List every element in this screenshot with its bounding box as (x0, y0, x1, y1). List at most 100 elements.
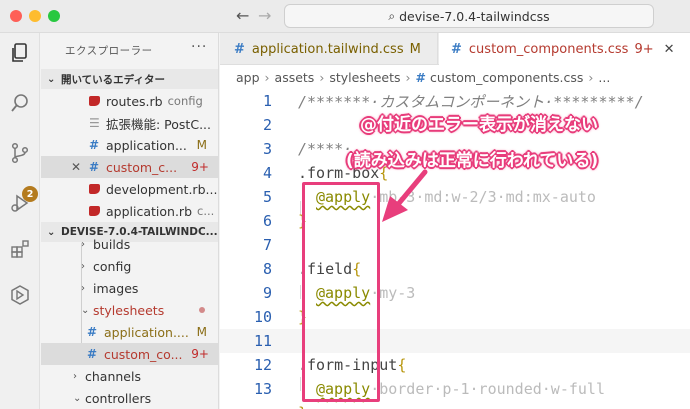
open-editor-item[interactable]: application.rb c... (41, 200, 218, 222)
search-icon[interactable] (8, 91, 32, 115)
tab-label: custom_components.css (468, 41, 629, 57)
tree-folder[interactable]: ⌄ controllers (41, 387, 218, 409)
tab-label: application.tailwind.css (251, 41, 404, 57)
line-number: 12 (253, 356, 272, 374)
open-editor-item[interactable]: development.rb... (41, 178, 218, 200)
breadcrumb-item[interactable]: stylesheets (329, 70, 400, 85)
code-text: ·border·p-1·rounded·w-full (370, 380, 605, 398)
close-tab-icon[interactable]: ✕ (664, 42, 675, 57)
search-icon: ⌕ (388, 8, 396, 23)
code-line: 8 .field{ (220, 257, 690, 281)
annotation-text: @付近のエラー表示が消えない (360, 115, 598, 135)
open-editors-header[interactable]: ⌄ 開いているエディター (41, 69, 218, 89)
command-center-search[interactable]: ⌕ devise-7.0.4-tailwindcss (284, 4, 654, 28)
code-line: 9 @apply·my-3 (220, 281, 690, 305)
activity-bar: 2 (0, 33, 40, 409)
breadcrumb-item[interactable]: app (236, 70, 260, 85)
file-name: custom_co... (104, 346, 183, 362)
css-file-icon: # (451, 41, 462, 57)
code-line: } (220, 401, 690, 409)
folder-name: channels (85, 368, 141, 384)
tab-custom-components[interactable]: # custom_components.css 9+ ✕ (439, 33, 690, 65)
file-name: development.rb... (106, 181, 218, 197)
open-editor-item[interactable]: routes.rb config (41, 90, 218, 112)
tree-folder[interactable]: › builds (41, 235, 218, 253)
breadcrumb-separator: › (588, 69, 594, 85)
folder-name: controllers (85, 390, 152, 406)
document-icon: ☰ (89, 116, 100, 130)
tree-file-active[interactable]: # custom_co... 9+ (41, 343, 218, 365)
ruby-file-icon (89, 206, 100, 216)
zoom-window-button[interactable] (48, 10, 60, 22)
line-number: 1 (262, 92, 272, 110)
tab-application-tailwind[interactable]: # application.tailwind.css M (220, 33, 438, 65)
annotation-highlight-box (302, 182, 380, 402)
code-line: 5 @apply·mb-3·md:w-2/3·md:mx-auto (220, 185, 690, 209)
code-editor[interactable]: 1 /*******·カスタムコンポーネント·*********/ 2 3 /*… (220, 89, 690, 409)
source-control-icon[interactable] (8, 141, 32, 165)
title-bar: ← → ⌕ devise-7.0.4-tailwindcss (0, 0, 690, 33)
file-detail: c... (197, 204, 215, 218)
more-actions-icon[interactable]: ··· (191, 39, 207, 55)
line-number: 10 (253, 308, 272, 326)
folder-name: stylesheets (93, 302, 165, 318)
code-line: 13 @apply·border·p-1·rounded·w-full (220, 377, 690, 401)
line-number: 4 (262, 164, 272, 182)
back-arrow-icon[interactable]: ← (236, 6, 249, 25)
forward-arrow-icon[interactable]: → (258, 6, 271, 25)
minimize-window-button[interactable] (29, 10, 41, 22)
chevron-right-icon: › (81, 282, 85, 294)
run-debug-icon[interactable] (8, 191, 32, 215)
tree-folder[interactable]: › config (41, 255, 218, 277)
explorer-icon[interactable] (8, 41, 32, 65)
code-text: /****· (298, 140, 353, 158)
breadcrumb-separator: › (264, 69, 270, 85)
ruby-file-icon (89, 96, 100, 106)
css-file-icon: # (89, 138, 100, 152)
problems-badge: 9+ (191, 160, 209, 174)
line-number: 3 (262, 140, 272, 158)
breadcrumb: app › assets › stylesheets › # custom_co… (220, 65, 690, 89)
line-number: 9 (262, 284, 272, 302)
css-file-icon: # (89, 160, 100, 174)
css-file-icon: # (87, 325, 98, 339)
chevron-right-icon: › (81, 260, 85, 272)
file-name: application... (106, 137, 187, 153)
chevron-down-icon: ⌄ (47, 73, 56, 85)
modified-badge: M (196, 138, 207, 152)
open-editor-item[interactable]: # application... M (41, 134, 218, 156)
modified-dot-icon (199, 307, 205, 313)
breadcrumb-item[interactable]: ... (598, 70, 610, 85)
line-number: 6 (262, 212, 272, 230)
tree-folder[interactable]: › channels (41, 365, 218, 387)
command-center-label: devise-7.0.4-tailwindcss (399, 8, 550, 24)
css-file-icon: # (415, 69, 427, 85)
remote-explorer-icon[interactable] (8, 283, 32, 307)
folder-name: images (93, 280, 139, 296)
chevron-down-icon: ⌄ (81, 304, 90, 316)
css-file-icon: # (234, 41, 245, 57)
explorer-sidebar: エクスプローラー ··· ⌄ 開いているエディター routes.rb conf… (41, 33, 219, 409)
close-window-button[interactable] (10, 10, 22, 22)
editor-tabs: # application.tailwind.css M # custom_co… (220, 33, 690, 65)
open-editor-item-active[interactable]: ✕ # custom_c... 9+ (41, 156, 218, 178)
tree-folder-open[interactable]: ⌄ stylesheets (41, 299, 218, 321)
tree-folder[interactable]: › images (41, 277, 218, 299)
line-number: 7 (262, 236, 272, 254)
breadcrumb-item[interactable]: assets (275, 70, 315, 85)
annotation-subtext: (読み込みは正常に行われている) (346, 151, 599, 171)
line-number: 2 (262, 116, 272, 134)
tree-file[interactable]: # application.... M (41, 321, 218, 343)
close-editor-icon[interactable]: ✕ (71, 160, 81, 174)
modified-badge: M (409, 41, 421, 57)
code-line: 7 (220, 233, 690, 257)
chevron-right-icon: › (73, 370, 77, 382)
explorer-title: エクスプローラー (65, 45, 153, 57)
breadcrumb-item[interactable]: custom_components.css (430, 70, 583, 85)
chevron-right-icon: › (81, 238, 85, 250)
line-number: 11 (253, 332, 272, 350)
extensions-icon[interactable] (8, 237, 32, 261)
problems-badge: 9+ (191, 347, 209, 361)
open-editor-item[interactable]: ☰ 拡張機能: PostC... (41, 112, 218, 134)
folder-name: builds (93, 236, 131, 252)
